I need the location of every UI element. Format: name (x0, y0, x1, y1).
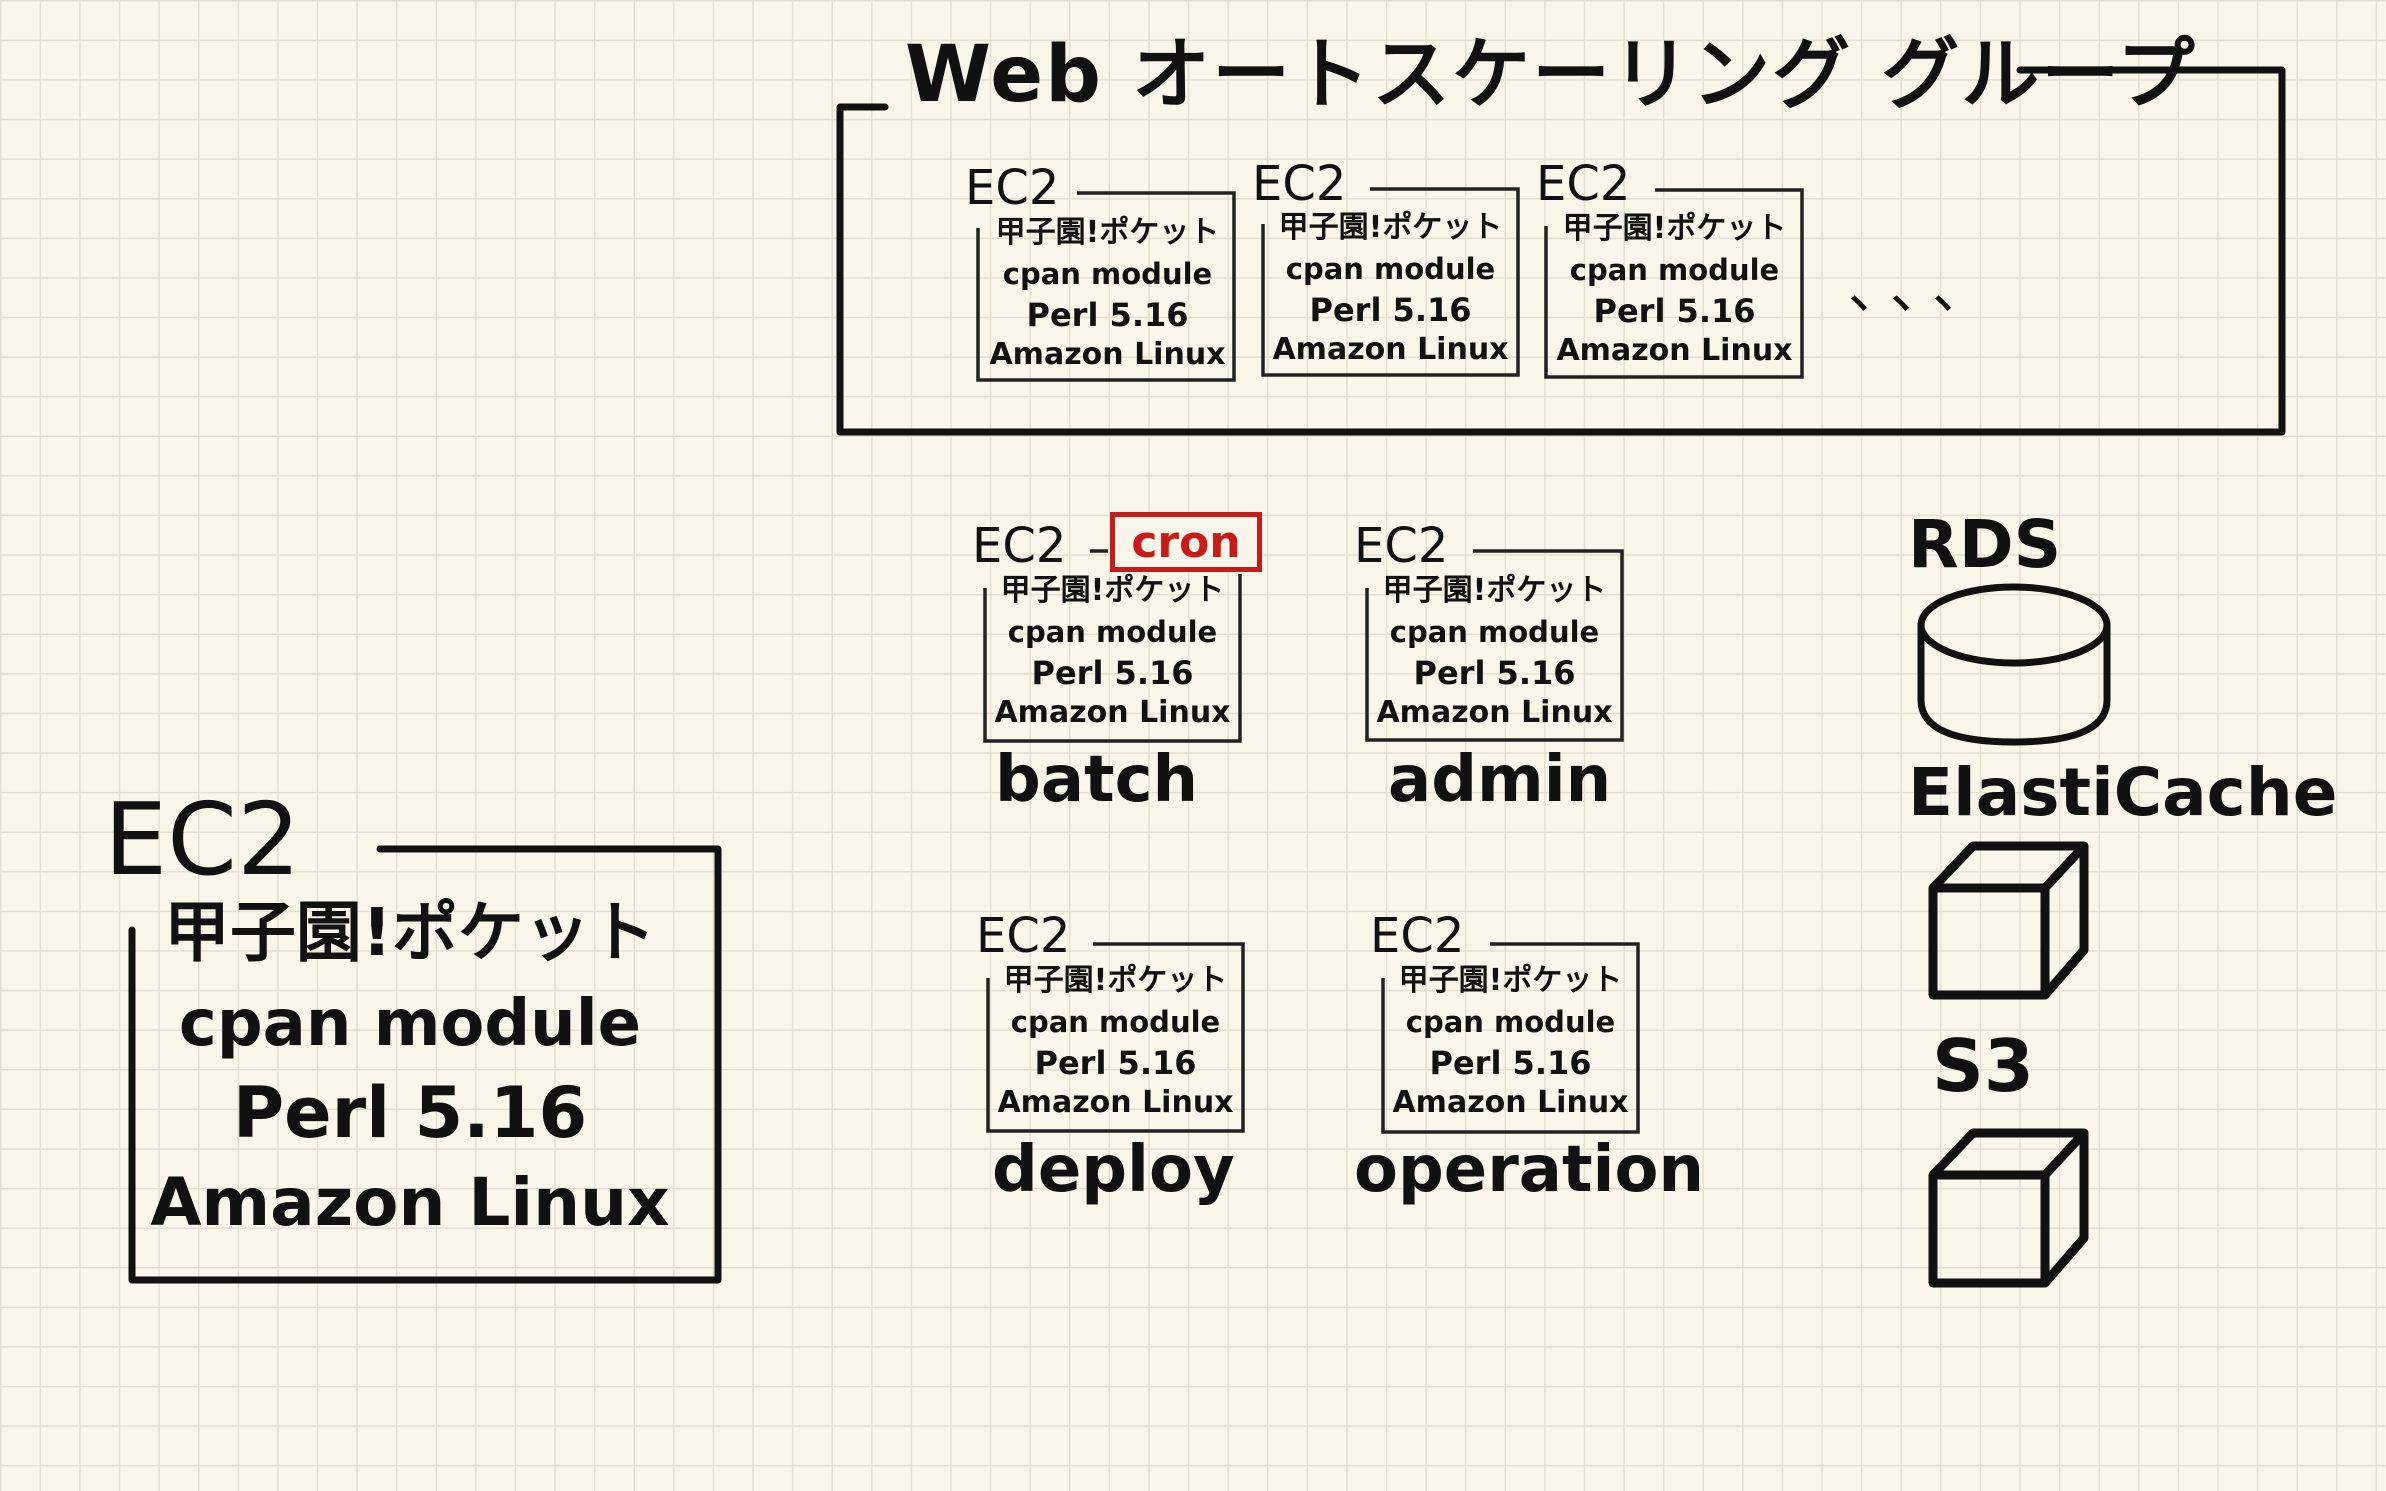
elasticache-label: ElastiCache (1908, 754, 2338, 831)
layer-perl: Perl 5.16 (1593, 292, 1756, 330)
operation-ec2-label: EC2 (1370, 908, 1465, 964)
layer-cpan: cpan module (1569, 253, 1780, 287)
large-ec2-label: EC2 (104, 781, 301, 898)
layer-os: Amazon Linux (989, 337, 1226, 372)
admin-ec2-stack: 甲子園!ポケット cpan module Perl 5.16 Amazon Li… (1372, 576, 1617, 728)
layer-app: 甲子園!ポケット (1000, 573, 1225, 608)
layer-perl: Perl 5.16 (232, 1072, 588, 1154)
web-ec2-1-stack: 甲子園!ポケット cpan module Perl 5.16 Amazon Li… (985, 218, 1230, 370)
layer-app: 甲子園!ポケット (1382, 573, 1607, 608)
layer-perl: Perl 5.16 (1031, 654, 1194, 692)
deploy-ec2-label: EC2 (976, 908, 1071, 964)
web-ec2-2-label: EC2 (1252, 156, 1347, 212)
deploy-name: deploy (992, 1133, 1235, 1207)
web-ec2-1-label: EC2 (965, 160, 1060, 216)
layer-app: 甲子園!ポケット (995, 215, 1220, 250)
batch-ec2-stack: 甲子園!ポケット cpan module Perl 5.16 Amazon Li… (990, 576, 1235, 728)
cron-tag: cron (1110, 512, 1262, 572)
batch-name: batch (995, 743, 1199, 817)
layer-perl: Perl 5.16 (1309, 291, 1472, 329)
large-ec2-stack: 甲子園!ポケット cpan module Perl 5.16 Amazon Li… (150, 900, 670, 1236)
layer-app: 甲子園!ポケット (163, 894, 657, 971)
layer-perl: Perl 5.16 (1429, 1044, 1592, 1082)
layer-perl: Perl 5.16 (1026, 296, 1189, 334)
deploy-ec2-stack: 甲子園!ポケット cpan module Perl 5.16 Amazon Li… (993, 966, 1238, 1118)
layer-app: 甲子園!ポケット (1562, 211, 1787, 246)
web-ec2-3-label: EC2 (1536, 156, 1631, 212)
admin-name: admin (1388, 743, 1612, 817)
layer-cpan: cpan module (1007, 615, 1218, 649)
operation-ec2-stack: 甲子園!ポケット cpan module Perl 5.16 Amazon Li… (1388, 966, 1633, 1118)
web-ec2-2-stack: 甲子園!ポケット cpan module Perl 5.16 Amazon Li… (1268, 213, 1513, 365)
layer-os: Amazon Linux (994, 695, 1231, 730)
web-ec2-3-stack: 甲子園!ポケット cpan module Perl 5.16 Amazon Li… (1552, 214, 1797, 366)
operation-name: operation (1354, 1133, 1704, 1207)
layer-os: Amazon Linux (1376, 695, 1613, 730)
layer-os: Amazon Linux (1556, 333, 1793, 368)
layer-cpan: cpan module (178, 987, 642, 1061)
layer-cpan: cpan module (1010, 1005, 1221, 1039)
layer-os: Amazon Linux (1272, 332, 1509, 367)
layer-cpan: cpan module (1285, 252, 1496, 286)
layer-cpan: cpan module (1405, 1005, 1616, 1039)
layer-os: Amazon Linux (1392, 1085, 1629, 1120)
layer-os: Amazon Linux (150, 1164, 670, 1241)
layer-app: 甲子園!ポケット (1278, 210, 1503, 245)
layer-perl: Perl 5.16 (1034, 1044, 1197, 1082)
layer-perl: Perl 5.16 (1413, 654, 1576, 692)
admin-ec2-label: EC2 (1354, 518, 1449, 574)
layer-cpan: cpan module (1002, 257, 1213, 291)
web-group-title: Web オートスケーリング グループ (905, 30, 2197, 120)
s3-label: S3 (1932, 1024, 2034, 1108)
layer-app: 甲子園!ポケット (1003, 963, 1228, 998)
layer-app: 甲子園!ポケット (1398, 963, 1623, 998)
layer-os: Amazon Linux (997, 1085, 1234, 1120)
web-group-ellipsis: 、、、 (1848, 257, 2002, 322)
rds-label: RDS (1908, 506, 2062, 583)
batch-ec2-label: EC2 (972, 518, 1067, 574)
layer-cpan: cpan module (1389, 615, 1600, 649)
